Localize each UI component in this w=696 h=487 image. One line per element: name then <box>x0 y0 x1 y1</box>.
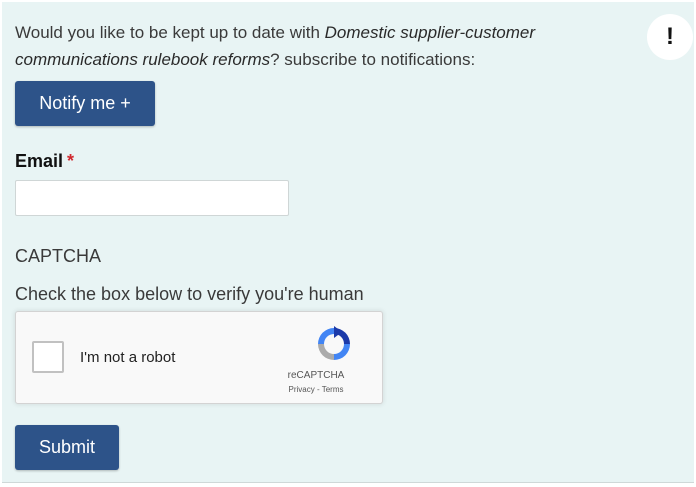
not-a-robot-label: I'm not a robot <box>80 349 176 366</box>
intro-prefix: Would you like to be kept up to date wit… <box>15 23 325 42</box>
required-marker: * <box>67 151 75 171</box>
terms-link[interactable]: Terms <box>322 385 344 394</box>
submit-button[interactable]: Submit <box>15 425 119 470</box>
subscribe-intro: Would you like to be kept up to date wit… <box>15 19 625 73</box>
email-label-text: Email <box>15 151 64 171</box>
not-a-robot-checkbox[interactable] <box>32 341 64 373</box>
captcha-heading: CAPTCHA <box>15 246 102 266</box>
privacy-link[interactable]: Privacy <box>289 385 315 394</box>
captcha-help-text: Check the box below to verify you're hum… <box>15 284 364 304</box>
recaptcha-links: Privacy - Terms <box>266 385 366 394</box>
subscribe-panel: Would you like to be kept up to date wit… <box>2 2 694 483</box>
notify-me-button[interactable]: Notify me + <box>15 81 155 126</box>
email-field[interactable] <box>15 180 289 216</box>
intro-suffix: ? subscribe to notifications: <box>270 50 476 69</box>
recaptcha-logo-icon <box>318 326 350 360</box>
links-separator: - <box>314 385 322 394</box>
recaptcha-brand: reCAPTCHA <box>287 370 345 381</box>
recaptcha-widget: I'm not a robot reCAPTCHA Privacy - Term… <box>15 311 383 404</box>
alert-icon: ! <box>647 14 693 60</box>
email-label: Email * <box>15 151 74 172</box>
